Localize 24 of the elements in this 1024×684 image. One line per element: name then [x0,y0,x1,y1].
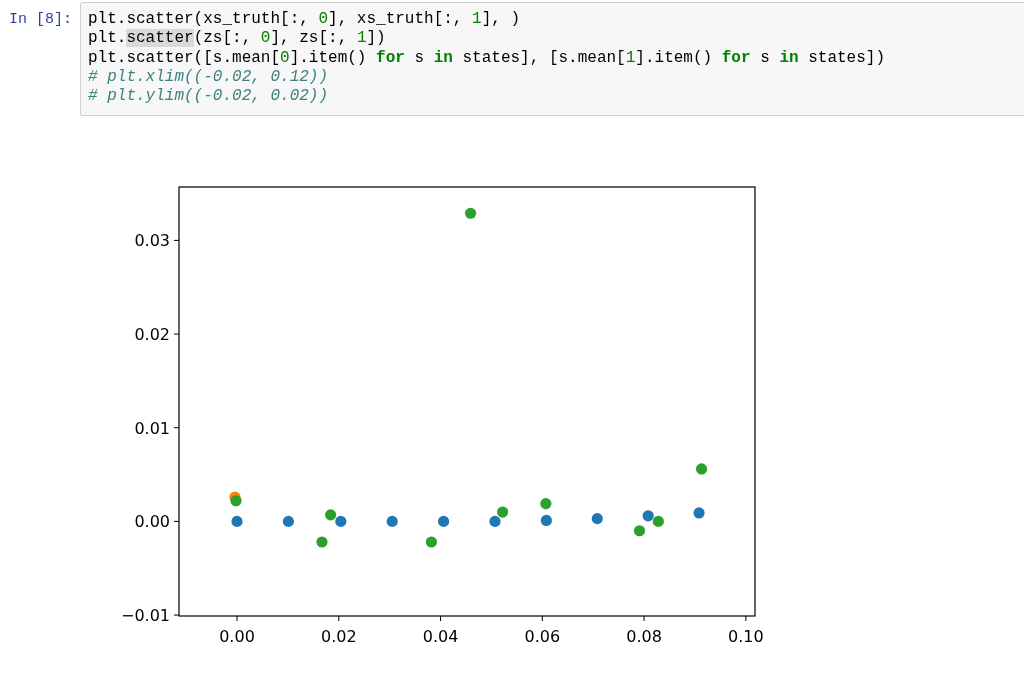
tick-mark [440,616,442,622]
tick-mark [173,334,180,336]
tick-label: 0.00 [219,627,255,647]
tick-mark [541,616,543,622]
tick-label: 0.06 [524,627,561,647]
tick-label: 0.10 [728,627,764,647]
tick-label: 0.00 [134,512,170,532]
tick-mark [338,616,340,622]
tick-mark [173,240,180,242]
tick-label: −0.01 [120,606,170,626]
tick-mark [173,427,180,429]
code-input[interactable]: plt.scatter(xs_truth[:, 0], xs_truth[:, 1], ) plt.scatter(zs[:, 0], zs[:, 1]) plt.scatter([s.mean[0].item() for s in states], [s.mean[1].item() for s in states]) # plt.xlim((-0.02, 0.12)) # plt.ylim((-0.02, 0.02)) [80,2,1024,117]
tick-mark [173,615,180,617]
tick-label: 0.04 [422,627,459,647]
tick-mark [643,616,645,622]
tick-label: 0.02 [320,627,357,647]
tick-label: 0.03 [134,231,170,251]
cell-prompt: In [8]: [8,10,73,28]
tick-label: 0.08 [626,627,662,647]
tick-label: 0.01 [134,419,170,439]
tick-mark [745,616,747,622]
tick-mark [173,521,180,523]
tick-label: 0.02 [134,325,170,345]
tick-mark [236,616,238,622]
